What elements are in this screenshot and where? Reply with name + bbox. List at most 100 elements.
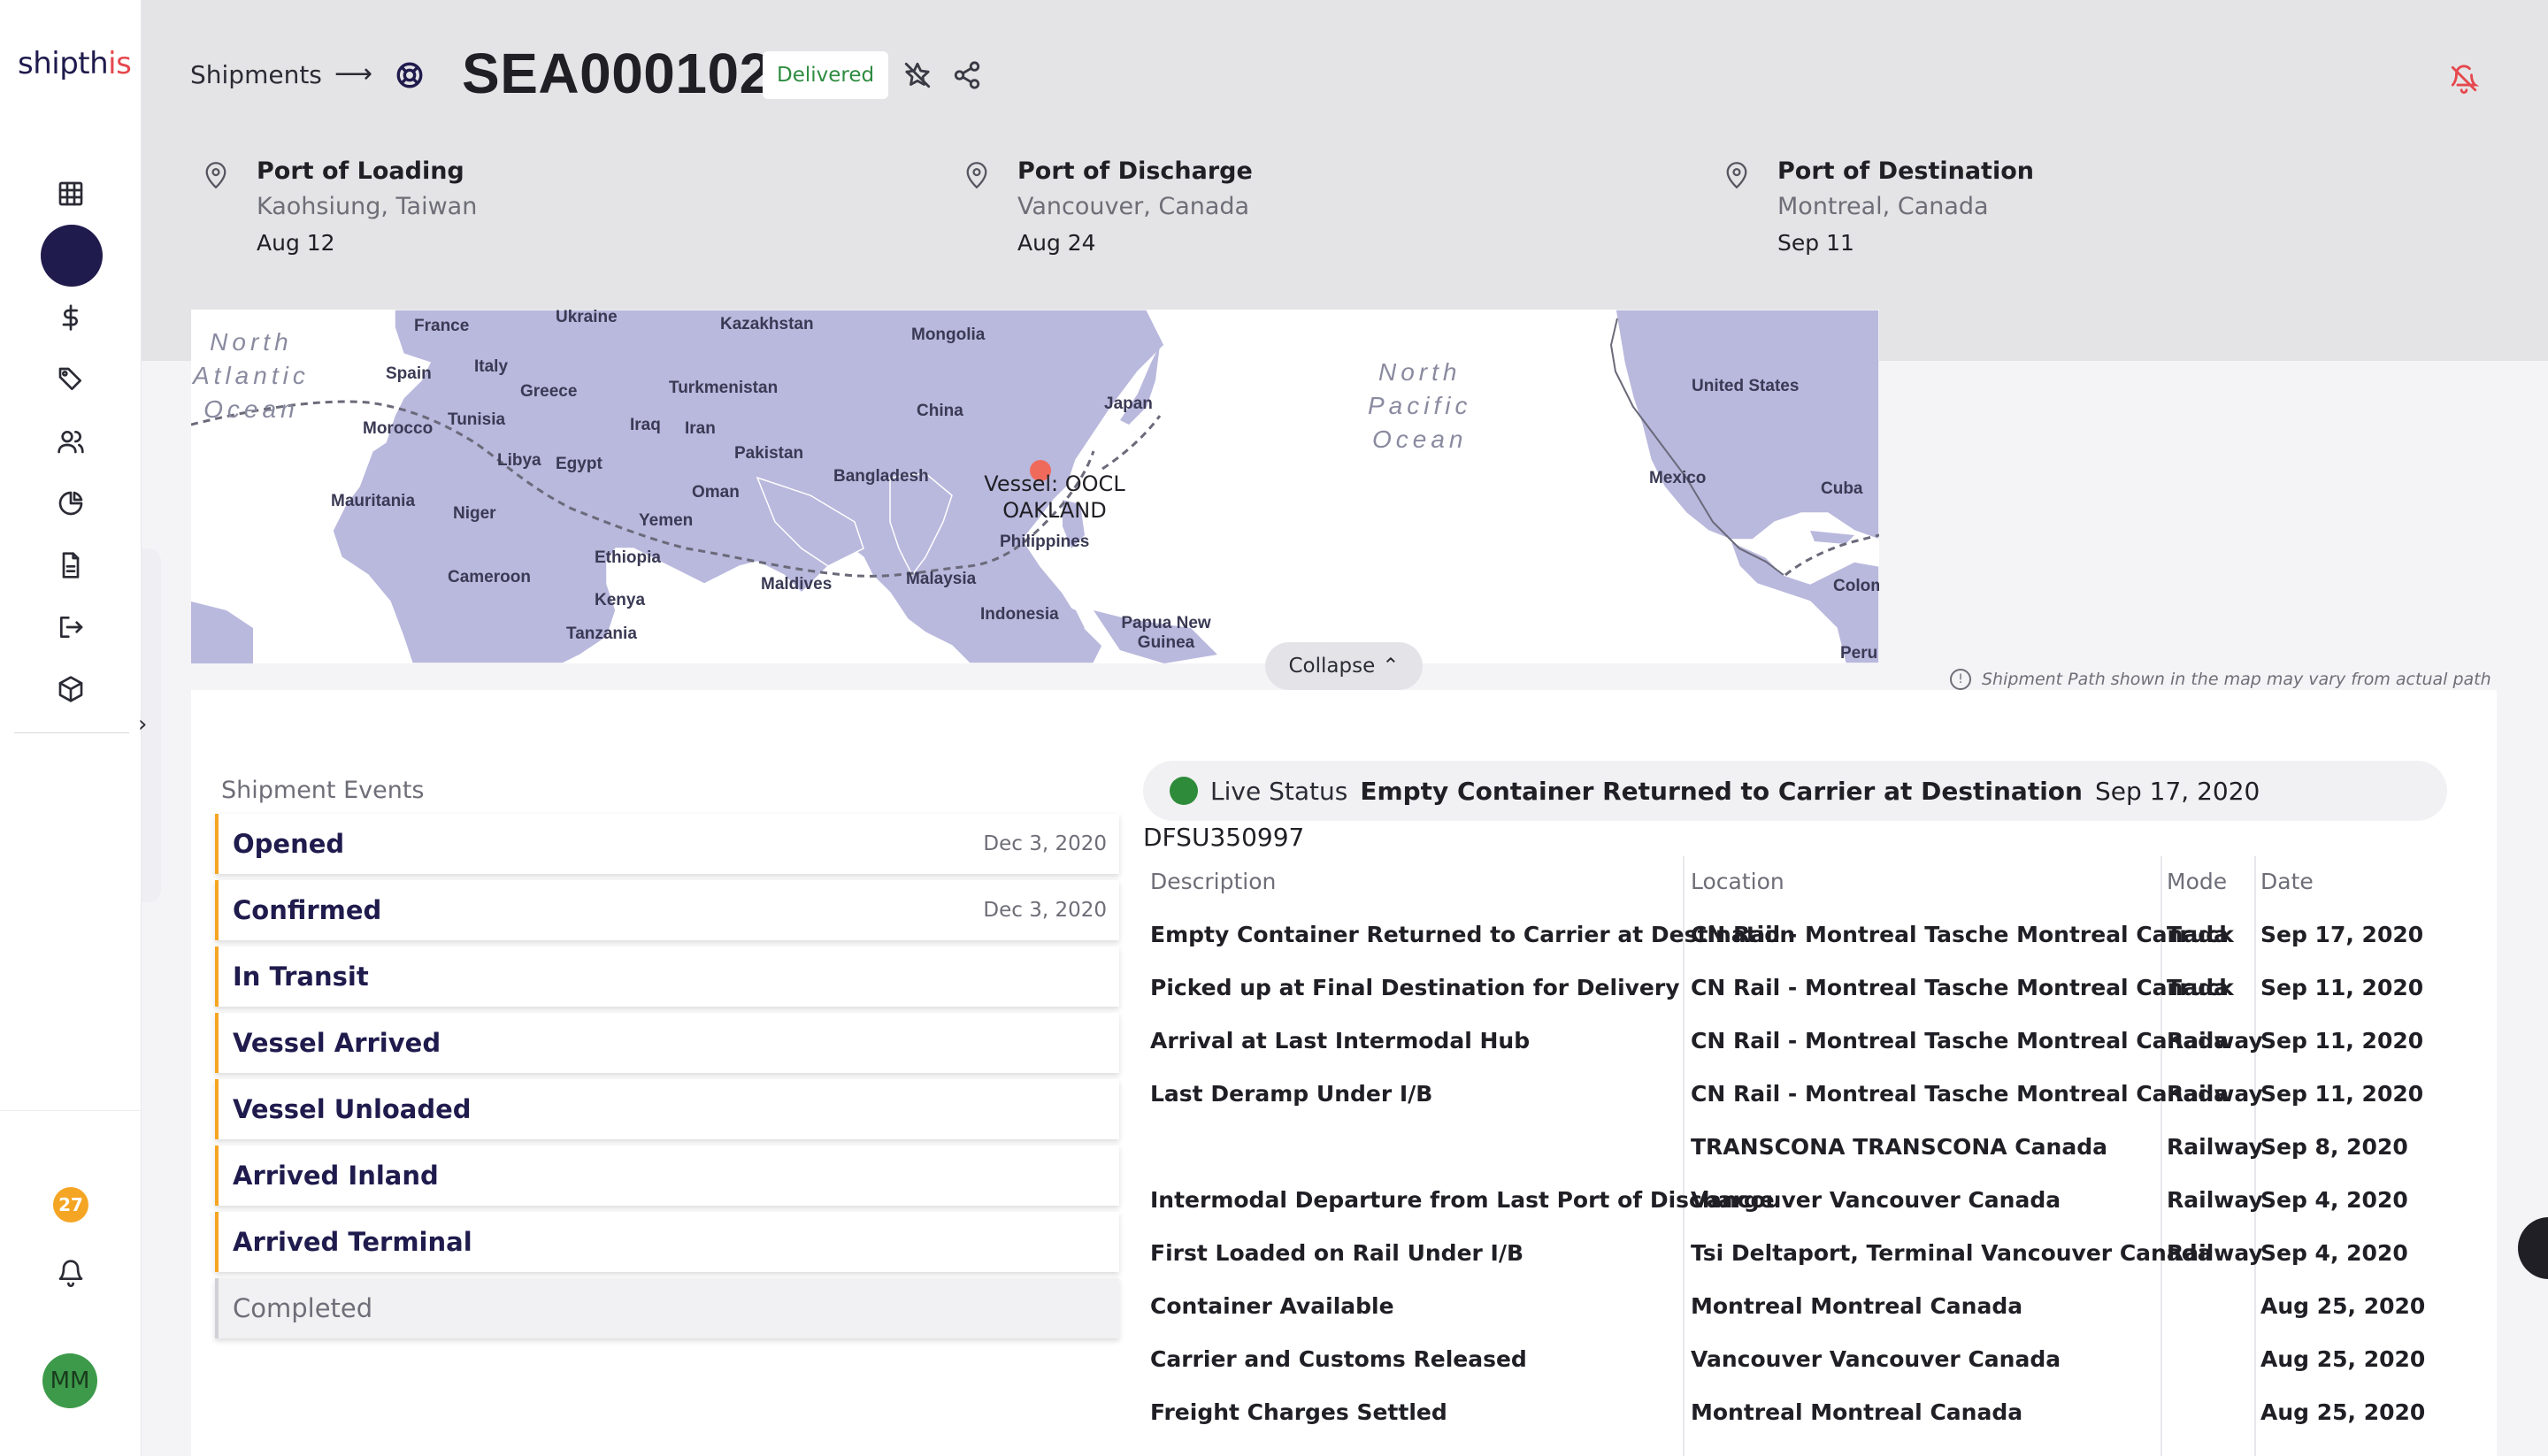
logo-text: shipth: [18, 46, 109, 81]
event-item[interactable]: In Transit: [215, 946, 1119, 1007]
live-status-label: Live Status: [1210, 776, 1348, 806]
cell-location: CN Rail - Montreal Tasche Montreal Canad…: [1691, 1081, 2229, 1107]
cell-date: Sep 17, 2020: [2260, 922, 2424, 947]
cell-date: Sep 11, 2020: [2260, 1081, 2424, 1107]
map-label: Kazakhstan: [720, 315, 814, 333]
port-location: Kaohsiung, Taiwan: [257, 193, 478, 220]
cell-location: CN Rail - Montreal Tasche Montreal Canad…: [1691, 975, 2229, 1000]
map-side-area: [1879, 361, 2498, 666]
logout-icon[interactable]: [49, 605, 93, 649]
port-date: Aug 12: [257, 230, 335, 256]
logo-suffix: is: [108, 46, 132, 81]
map-label: Spain: [386, 364, 432, 383]
cell-date: Sep 4, 2020: [2260, 1187, 2408, 1213]
cell-mode: Railway: [2167, 1028, 2263, 1054]
shipment-type-icon: [395, 60, 425, 90]
event-item[interactable]: Opened Dec 3, 2020: [215, 814, 1119, 874]
share-icon[interactable]: [952, 60, 982, 90]
cell-location: Vancouver Vancouver Canada: [1691, 1346, 2061, 1372]
event-name: Vessel Arrived: [233, 1028, 441, 1058]
breadcrumb-shipments[interactable]: Shipments: [190, 60, 322, 89]
map-label: Malaysia: [906, 570, 977, 588]
event-item[interactable]: Arrived Inland: [215, 1146, 1119, 1206]
info-icon: !: [1950, 669, 1971, 690]
map-label: Indonesia: [980, 605, 1059, 624]
map-label: Tanzania: [566, 625, 637, 643]
event-item[interactable]: Confirmed Dec 3, 2020: [215, 880, 1119, 940]
event-item[interactable]: Vessel Arrived: [215, 1013, 1119, 1073]
sidebar-divider: [14, 732, 129, 733]
breadcrumb-arrow-icon: ⟶: [334, 58, 373, 89]
cell-description: First Loaded on Rail Under I/B: [1150, 1240, 1524, 1266]
dollar-icon[interactable]: [49, 295, 93, 340]
vessel-label-line: Vessel: OOCL: [984, 471, 1125, 496]
shipment-route-map[interactable]: North Atlantic Ocean North Pacific Ocean…: [191, 310, 1879, 663]
status-badge: Delivered: [763, 51, 889, 99]
map-label: Maldives: [761, 575, 833, 594]
map-label: Japan: [1104, 395, 1153, 413]
event-item[interactable]: Vessel Unloaded: [215, 1079, 1119, 1139]
cell-mode: Truck: [2167, 975, 2234, 1000]
map-label: Greece: [520, 382, 578, 401]
cell-description: Arrival at Last Intermodal Hub: [1150, 1028, 1531, 1054]
cell-date: Sep 11, 2020: [2260, 975, 2424, 1000]
grid-icon[interactable]: [49, 172, 93, 216]
map-label: Libya: [497, 451, 541, 470]
cell-description: Freight Charges Settled: [1150, 1399, 1447, 1425]
event-name: Arrived Inland: [233, 1161, 439, 1191]
cell-location: Montreal Montreal Canada: [1691, 1293, 2023, 1319]
cell-location: CN Rail - Montreal Tasche Montreal Canad…: [1691, 1028, 2229, 1054]
unstar-icon[interactable]: [902, 60, 932, 90]
event-date: Dec 3, 2020: [983, 832, 1107, 855]
notification-count-badge[interactable]: 27: [53, 1187, 88, 1222]
map-label: China: [917, 402, 963, 420]
map-label: Oman: [692, 483, 740, 502]
event-item[interactable]: Completed: [215, 1278, 1119, 1338]
vessel-label: Vessel: OOCL OAKLAND: [975, 471, 1134, 524]
page-title: SEA000102: [462, 42, 771, 105]
port-location: Montreal, Canada: [1777, 193, 1989, 220]
event-item[interactable]: Arrived Terminal: [215, 1212, 1119, 1272]
cell-date: Aug 25, 2020: [2260, 1399, 2426, 1425]
port-title: Port of Destination: [1777, 157, 2034, 185]
map-label: Italy: [474, 357, 509, 376]
document-icon[interactable]: [49, 543, 93, 587]
location-pin-icon: [203, 161, 228, 189]
map-label: Mauritania: [331, 492, 416, 510]
user-avatar[interactable]: MM: [42, 1353, 97, 1408]
bell-off-icon[interactable]: [2449, 64, 2480, 94]
map-label: Kenya: [595, 591, 646, 609]
package-icon[interactable]: [49, 667, 93, 711]
expand-sidebar-chevron-icon[interactable]: ›: [138, 711, 147, 738]
cell-location: CN Rail - Montreal Tasche Montreal Canad…: [1691, 922, 2229, 947]
cell-location: Montreal Montreal Canada: [1691, 1399, 2023, 1425]
users-icon[interactable]: [49, 419, 93, 464]
sidebar-divider-bottom: [0, 1110, 142, 1111]
pie-chart-icon[interactable]: [49, 481, 93, 525]
app-logo[interactable]: shipthis: [18, 46, 132, 81]
path-note-text: Shipment Path shown in the map may vary …: [1982, 670, 2491, 689]
tag-icon[interactable]: [49, 357, 93, 402]
active-nav-item[interactable]: [41, 225, 103, 287]
map-label: Peru: [1840, 644, 1878, 663]
cell-description: Last Deramp Under I/B: [1150, 1081, 1433, 1107]
chat-support-button[interactable]: [2518, 1217, 2548, 1279]
cell-date: Sep 8, 2020: [2260, 1134, 2408, 1160]
event-name: Completed: [233, 1293, 373, 1323]
event-name: Vessel Unloaded: [233, 1094, 472, 1124]
port-date: Aug 24: [1017, 230, 1096, 256]
cell-location: Vancouver Vancouver Canada: [1691, 1187, 2061, 1213]
port-date: Sep 11: [1777, 230, 1854, 256]
collapse-map-button[interactable]: Collapse ⌃: [1265, 642, 1423, 690]
cell-date: Aug 25, 2020: [2260, 1346, 2426, 1372]
event-name: Opened: [233, 829, 345, 859]
map-label: Bangladesh: [833, 467, 929, 486]
live-status-bar: Live Status Empty Container Returned to …: [1143, 761, 2447, 821]
map-path-note: ! Shipment Path shown in the map may var…: [1950, 669, 2491, 690]
map-label: Egypt: [556, 455, 602, 473]
cell-description: Carrier and Customs Released: [1150, 1346, 1527, 1372]
cell-location: TRANSCONA TRANSCONA Canada: [1691, 1134, 2107, 1160]
ocean-label-north-pacific: North Pacific Ocean: [1368, 358, 1472, 453]
bell-icon[interactable]: [49, 1251, 93, 1295]
map-label: Mongolia: [911, 326, 986, 344]
